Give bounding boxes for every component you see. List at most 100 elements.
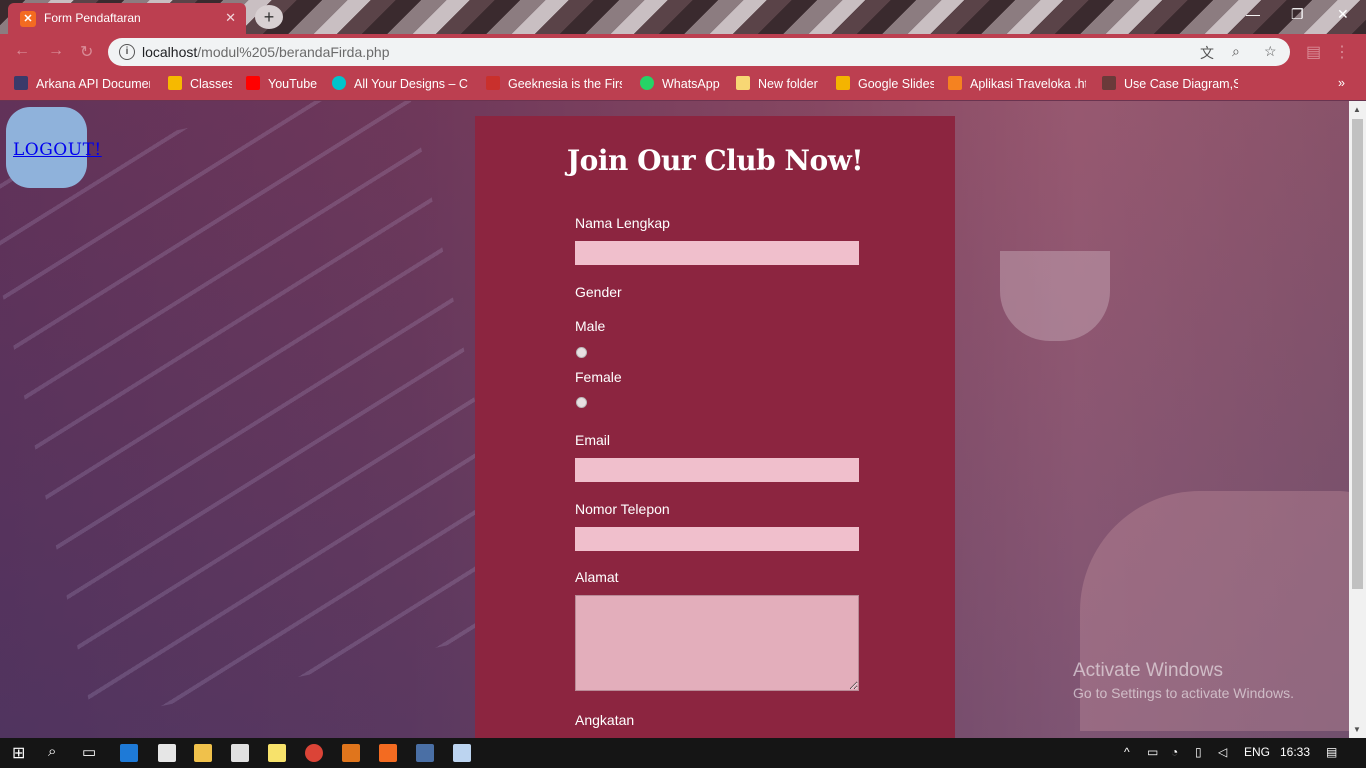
close-window-button[interactable]: ✕ (1337, 6, 1349, 23)
tab-title: Form Pendaftaran (44, 11, 141, 25)
browser-toolbar: ← → ↻ i localhost/modul%205/berandaFirda… (0, 34, 1366, 70)
bookmark-label: Aplikasi Traveloka .htr (970, 77, 1086, 91)
back-arrow-icon[interactable]: ← (14, 42, 30, 60)
bookmark-item[interactable]: All Your Designs – Ca (332, 76, 468, 91)
background-cup-image (1000, 251, 1110, 341)
battery-icon[interactable]: ▯ (1195, 745, 1202, 759)
browser-tab-active[interactable]: ✕ Form Pendaftaran ✕ (8, 3, 246, 34)
tab-close-icon[interactable]: ✕ (225, 10, 236, 26)
translate-icon[interactable]: 文 (1200, 43, 1214, 63)
form-title: Join Our Club Now! (566, 144, 864, 177)
bookmark-label: Google Slides (858, 77, 934, 91)
youtube-icon (246, 76, 260, 90)
windows-start-icon[interactable]: ⊞ (12, 743, 25, 763)
sublime-text-icon[interactable] (342, 744, 360, 762)
bookmark-label: All Your Designs – Ca (354, 77, 468, 91)
site-info-icon[interactable]: i (119, 44, 135, 60)
scroll-up-icon[interactable]: ▲ (1353, 105, 1361, 114)
bookmark-item[interactable]: WhatsApp (640, 76, 722, 91)
forward-arrow-icon[interactable]: → (48, 42, 64, 60)
bookmark-item[interactable]: YouTube (246, 76, 318, 91)
browser-titlebar: ✕ Form Pendaftaran ✕ + — ❐ ✕ (0, 0, 1366, 34)
bookmark-label: Arkana API Documen (36, 77, 150, 91)
classroom-icon (168, 76, 182, 90)
bookmark-favicon-icon (14, 76, 28, 90)
url-text[interactable]: localhost/modul%205/berandaFirda.php (142, 44, 390, 60)
store-icon[interactable] (158, 744, 176, 762)
gender-label: Gender (575, 284, 622, 300)
bookmark-label: Classes (190, 77, 232, 91)
email-input[interactable] (575, 458, 859, 482)
female-label: Female (575, 369, 622, 385)
wifi-icon[interactable]: ◔ (1171, 745, 1178, 759)
bookmark-item[interactable]: Geeknesia is the First (486, 76, 622, 91)
volume-icon[interactable]: ◁ (1218, 745, 1227, 759)
git-icon[interactable] (416, 744, 434, 762)
folder-icon (736, 76, 750, 90)
male-radio[interactable] (576, 347, 587, 358)
xampp-icon[interactable] (379, 744, 397, 762)
more-bookmarks-icon[interactable]: » (1338, 76, 1345, 90)
network-icon[interactable]: ▭ (1147, 745, 1158, 759)
bookmark-star-icon[interactable]: ☆ (1264, 43, 1277, 60)
page-viewport: LOGOUT! Join Our Club Now! Nama Lengkap … (0, 101, 1349, 738)
nama-input[interactable] (575, 241, 859, 265)
xampp-favicon-icon: ✕ (20, 11, 36, 27)
male-label: Male (575, 318, 606, 334)
sticky-notes-icon[interactable] (268, 744, 286, 762)
activate-windows-subtitle: Go to Settings to activate Windows. (1073, 685, 1294, 701)
edge-icon[interactable] (120, 744, 138, 762)
background-code-image (0, 101, 524, 721)
chrome-icon[interactable] (305, 744, 323, 762)
diagram-icon (1102, 76, 1116, 90)
email-label: Email (575, 432, 611, 448)
page-scrollbar[interactable]: ▲ ▼ (1349, 101, 1366, 738)
browser-menu-icon[interactable]: ⋮ (1334, 42, 1350, 62)
canva-icon (332, 76, 346, 90)
action-center-icon[interactable]: ▤ (1326, 745, 1337, 759)
female-radio[interactable] (576, 397, 587, 408)
search-icon[interactable]: ⌕ (48, 743, 56, 760)
photos-icon[interactable] (453, 744, 471, 762)
nama-label: Nama Lengkap (575, 215, 670, 231)
tray-chevron-icon[interactable]: ^ (1124, 745, 1130, 759)
bookmark-label: Use Case Diagram,Sk (1124, 77, 1238, 91)
bookmarks-bar: Arkana API Documen Classes YouTube All Y… (0, 70, 1366, 100)
telepon-label: Nomor Telepon (575, 501, 670, 517)
bookmark-item[interactable]: Google Slides (836, 76, 934, 91)
language-indicator[interactable]: ENG (1244, 745, 1270, 759)
traveloka-icon (948, 76, 962, 90)
task-view-icon[interactable]: ▭ (82, 743, 96, 761)
url-host: localhost (142, 44, 198, 60)
bookmark-label: YouTube (268, 77, 318, 91)
address-bar[interactable]: i localhost/modul%205/berandaFirda.php 文… (108, 38, 1290, 66)
scroll-down-icon[interactable]: ▼ (1353, 725, 1361, 734)
angkatan-label: Angkatan (575, 712, 635, 728)
bookmark-item[interactable]: Classes (168, 76, 232, 91)
restore-button[interactable]: ❐ (1291, 6, 1304, 23)
alamat-textarea[interactable] (575, 595, 859, 691)
extension-icon[interactable]: ▤ (1306, 42, 1321, 62)
logout-box: LOGOUT! (6, 107, 101, 188)
alamat-label: Alamat (575, 569, 619, 585)
telepon-input[interactable] (575, 527, 859, 551)
url-path: /modul%205/berandaFirda.php (197, 44, 390, 60)
bookmark-item[interactable]: Arkana API Documen (14, 76, 150, 91)
bookmark-item[interactable]: Use Case Diagram,Sk (1102, 76, 1238, 91)
mail-icon[interactable] (231, 744, 249, 762)
scrollbar-thumb[interactable] (1352, 119, 1363, 589)
new-tab-button[interactable]: + (255, 5, 283, 29)
bookmark-item[interactable]: Aplikasi Traveloka .htr (948, 76, 1086, 91)
file-explorer-icon[interactable] (194, 744, 212, 762)
bookmark-label: Geeknesia is the First (508, 77, 622, 91)
reload-icon[interactable]: ↻ (80, 42, 93, 62)
geeknesia-icon (486, 76, 500, 90)
whatsapp-icon (640, 76, 654, 90)
clock[interactable]: 16:33 (1280, 745, 1310, 759)
windows-taskbar: ⊞ ⌕ ▭ ^ ▭ ◔ ▯ ◁ ENG 16:33 ▤ (0, 738, 1366, 768)
bookmark-item[interactable]: New folder (736, 76, 822, 91)
zoom-icon[interactable]: ⌕ (1232, 43, 1240, 60)
logout-link[interactable]: LOGOUT! (13, 140, 102, 160)
activate-windows-title: Activate Windows (1073, 660, 1223, 681)
minimize-button[interactable]: — (1246, 6, 1260, 22)
